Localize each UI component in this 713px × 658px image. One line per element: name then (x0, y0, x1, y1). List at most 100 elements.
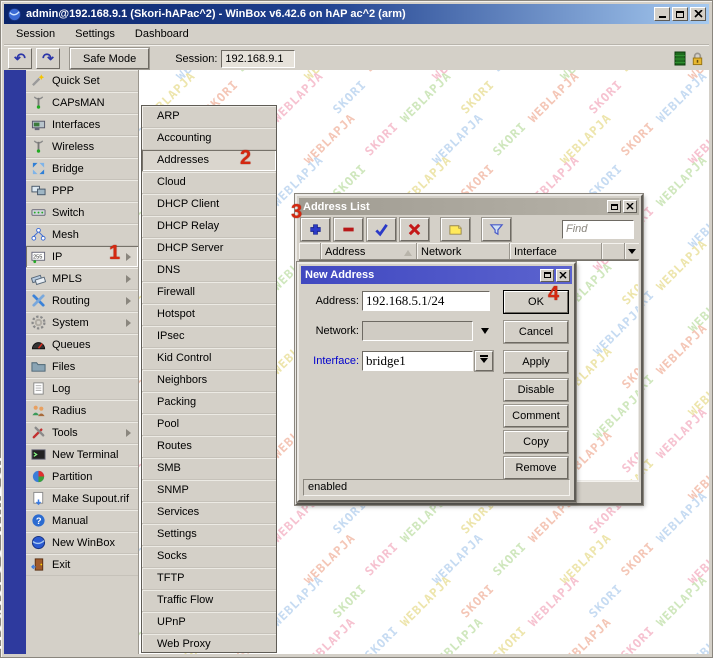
maximize-button[interactable] (672, 7, 688, 21)
submenu-item-smb[interactable]: SMB (142, 458, 276, 480)
submenu-item-upnp[interactable]: UPnP (142, 612, 276, 634)
switch-icon (31, 205, 46, 220)
column-header-interface[interactable]: Interface (510, 243, 602, 259)
address-input[interactable] (362, 291, 490, 311)
filter-button[interactable] (482, 218, 511, 241)
sidebar-item-new-terminal[interactable]: New Terminal (26, 444, 138, 466)
sidebar-item-manual[interactable]: ?Manual (26, 510, 138, 532)
sidebar-item-radius[interactable]: Radius (26, 400, 138, 422)
new-address-title-bar[interactable]: New Address (301, 266, 572, 284)
sidebar-item-new-winbox[interactable]: New WinBox (26, 532, 138, 554)
submenu-item-kid-control[interactable]: Kid Control (142, 348, 276, 370)
tools-icon (31, 425, 46, 440)
submenu-item-settings[interactable]: Settings (142, 524, 276, 546)
submenu-item-neighbors[interactable]: Neighbors (142, 370, 276, 392)
submenu-item-services[interactable]: Services (142, 502, 276, 524)
submenu-item-socks[interactable]: Socks (142, 546, 276, 568)
sidebar-item-label: Radius (52, 405, 86, 417)
interface-dropdown-button[interactable] (475, 351, 493, 371)
sidebar-item-interfaces[interactable]: Interfaces (26, 114, 138, 136)
menu-session[interactable]: Session (6, 26, 65, 43)
annotation-step-2: 2 (240, 147, 251, 170)
enable-button[interactable] (367, 218, 396, 241)
cancel-button[interactable]: Cancel (504, 321, 568, 343)
sidebar-item-queues[interactable]: Queues (26, 334, 138, 356)
submenu-item-pool[interactable]: Pool (142, 414, 276, 436)
comment-button[interactable]: Comment (504, 405, 568, 427)
sidebar-item-switch[interactable]: Switch (26, 202, 138, 224)
submenu-item-arp[interactable]: ARP (142, 106, 276, 128)
submenu-item-hotspot[interactable]: Hotspot (142, 304, 276, 326)
sidebar-item-log[interactable]: Log (26, 378, 138, 400)
find-input[interactable] (562, 220, 634, 239)
submenu-item-ipsec[interactable]: IPsec (142, 326, 276, 348)
safe-mode-button[interactable]: Safe Mode (70, 48, 149, 69)
address-list-title-bar[interactable]: Address List (299, 198, 639, 215)
interface-input[interactable] (362, 351, 473, 371)
sidebar-item-bridge[interactable]: Bridge (26, 158, 138, 180)
chevron-right-icon (126, 429, 135, 437)
menu-dashboard[interactable]: Dashboard (125, 26, 199, 43)
network-combo[interactable] (362, 321, 473, 341)
submenu-item-dhcp-server[interactable]: DHCP Server (142, 238, 276, 260)
sidebar-item-label: Manual (52, 515, 88, 527)
sidebar-item-partition[interactable]: Partition (26, 466, 138, 488)
redo-button[interactable] (36, 48, 60, 69)
submenu-item-web-proxy[interactable]: Web Proxy (142, 634, 276, 653)
sidebar-item-mpls[interactable]: MPLS (26, 268, 138, 290)
copy-button[interactable]: Copy (504, 431, 568, 453)
sidebar-item-label: Routing (52, 295, 90, 307)
menu-settings[interactable]: Settings (65, 26, 125, 43)
sidebar-item-make-supout-rif[interactable]: Make Supout.rif (26, 488, 138, 510)
watermark-word: WEBLAPJA (654, 70, 709, 125)
submenu-item-dhcp-client[interactable]: DHCP Client (142, 194, 276, 216)
submenu-item-tftp[interactable]: TFTP (142, 568, 276, 590)
submenu-item-cloud[interactable]: Cloud (142, 172, 276, 194)
disable-button[interactable]: Disable (504, 379, 568, 401)
remove-button[interactable]: Remove (504, 457, 568, 479)
close-button[interactable] (556, 269, 570, 282)
column-header-select[interactable] (299, 243, 321, 259)
add-button[interactable] (301, 218, 330, 241)
sidebar-item-ppp[interactable]: PPP (26, 180, 138, 202)
undo-button[interactable] (8, 48, 32, 69)
submenu-item-addresses[interactable]: Addresses (142, 150, 276, 172)
apply-button[interactable]: Apply (504, 351, 568, 373)
submenu-item-firewall[interactable]: Firewall (142, 282, 276, 304)
sidebar-item-exit[interactable]: Exit (26, 554, 138, 576)
watermark-word: SKORI (490, 70, 529, 74)
disable-entry-button[interactable] (400, 218, 429, 241)
sidebar-item-system[interactable]: System (26, 312, 138, 334)
files-folder-icon (31, 359, 46, 374)
column-header-network[interactable]: Network (417, 243, 510, 259)
watermark-word: WEBLAPJA (558, 615, 614, 654)
session-field[interactable] (221, 50, 295, 68)
submenu-item-snmp[interactable]: SNMP (142, 480, 276, 502)
submenu-item-dns[interactable]: DNS (142, 260, 276, 282)
maximize-button[interactable] (607, 200, 621, 213)
close-button[interactable] (623, 200, 637, 213)
submenu-item-traffic-flow[interactable]: Traffic Flow (142, 590, 276, 612)
dropdown-arrow-icon (480, 358, 488, 367)
minimize-button[interactable] (654, 7, 670, 21)
column-header-address[interactable]: Address (321, 243, 417, 259)
sidebar-item-ip[interactable]: 255IP (26, 246, 138, 268)
sidebar-item-tools[interactable]: Tools (26, 422, 138, 444)
sidebar-item-routing[interactable]: Routing (26, 290, 138, 312)
close-button[interactable] (690, 7, 706, 21)
sidebar-item-files[interactable]: Files (26, 356, 138, 378)
sidebar-item-quick-set[interactable]: Quick Set (26, 70, 138, 92)
comment-button[interactable] (441, 218, 470, 241)
sidebar-item-wireless[interactable]: Wireless (26, 136, 138, 158)
submenu-item-routes[interactable]: Routes (142, 436, 276, 458)
sidebar-item-label: System (52, 317, 89, 329)
submenu-item-packing[interactable]: Packing (142, 392, 276, 414)
maximize-button[interactable] (540, 269, 554, 282)
column-chooser-button[interactable] (625, 243, 639, 259)
submenu-item-accounting[interactable]: Accounting (142, 128, 276, 150)
sidebar-item-mesh[interactable]: Mesh (26, 224, 138, 246)
network-dropdown-arrow-icon[interactable] (481, 328, 489, 338)
submenu-item-dhcp-relay[interactable]: DHCP Relay (142, 216, 276, 238)
remove-entry-button[interactable] (334, 218, 363, 241)
sidebar-item-capsman[interactable]: CAPsMAN (26, 92, 138, 114)
